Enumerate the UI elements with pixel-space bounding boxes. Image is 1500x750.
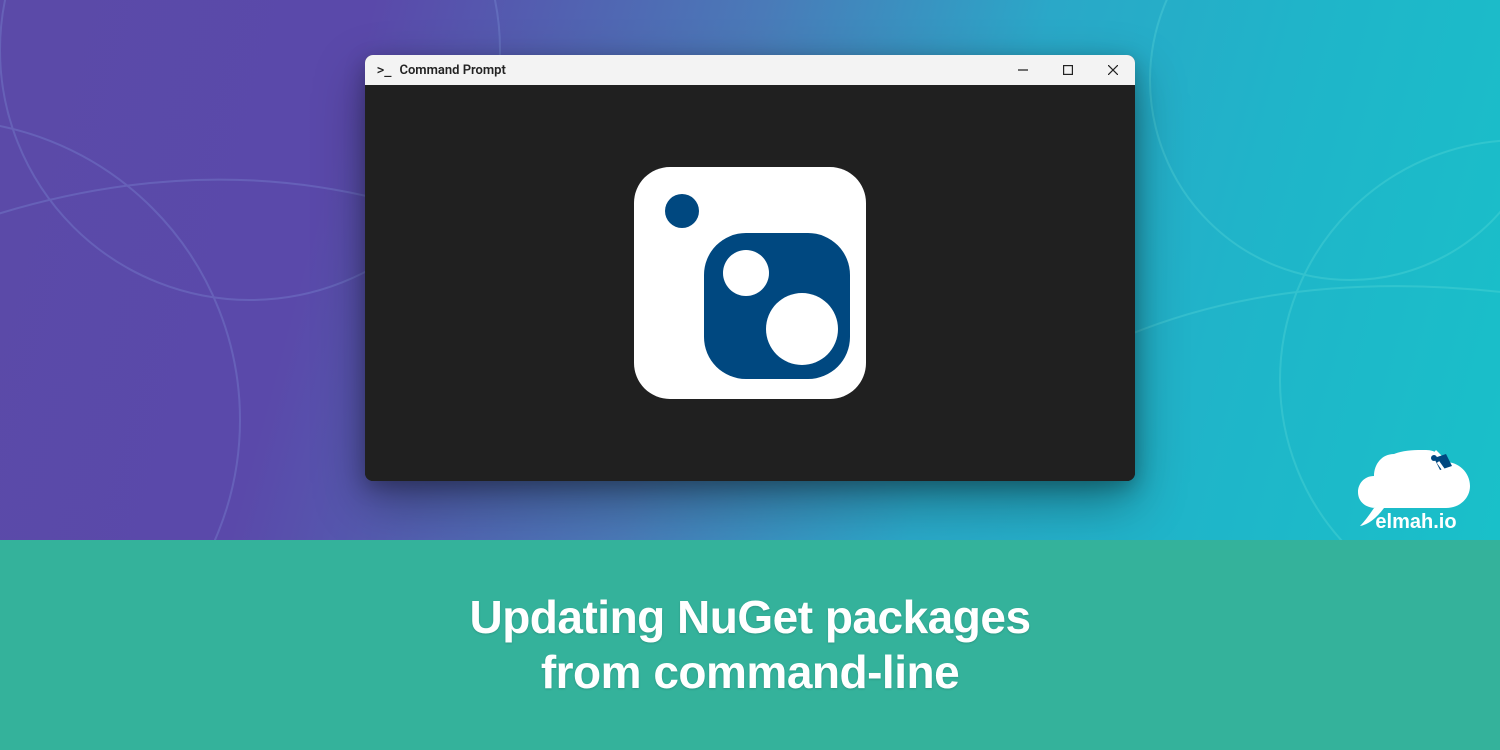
nuget-logo [634,167,866,399]
stage: >_ Command Prompt [0,0,1500,540]
terminal-body[interactable] [365,85,1135,481]
caption-line-2: from command-line [541,646,959,698]
close-button[interactable] [1090,55,1135,85]
minimize-button[interactable] [1000,55,1045,85]
elmah-text: elmah.io [1375,511,1456,533]
close-icon [1108,65,1118,75]
caption-line-1: Updating NuGet packages [469,591,1030,643]
caption-band: Updating NuGet packages from command-lin… [0,540,1500,750]
window-controls [1000,55,1135,85]
window-titlebar[interactable]: >_ Command Prompt [365,55,1135,85]
terminal-prompt-icon: >_ [377,63,391,77]
maximize-button[interactable] [1045,55,1090,85]
maximize-icon [1063,65,1073,75]
command-prompt-window: >_ Command Prompt [365,55,1135,481]
elmah-logo: elmah.io [1354,446,1484,536]
caption-text: Updating NuGet packages from command-lin… [469,590,1030,700]
minimize-icon [1018,65,1028,75]
window-title: Command Prompt [399,63,1000,78]
